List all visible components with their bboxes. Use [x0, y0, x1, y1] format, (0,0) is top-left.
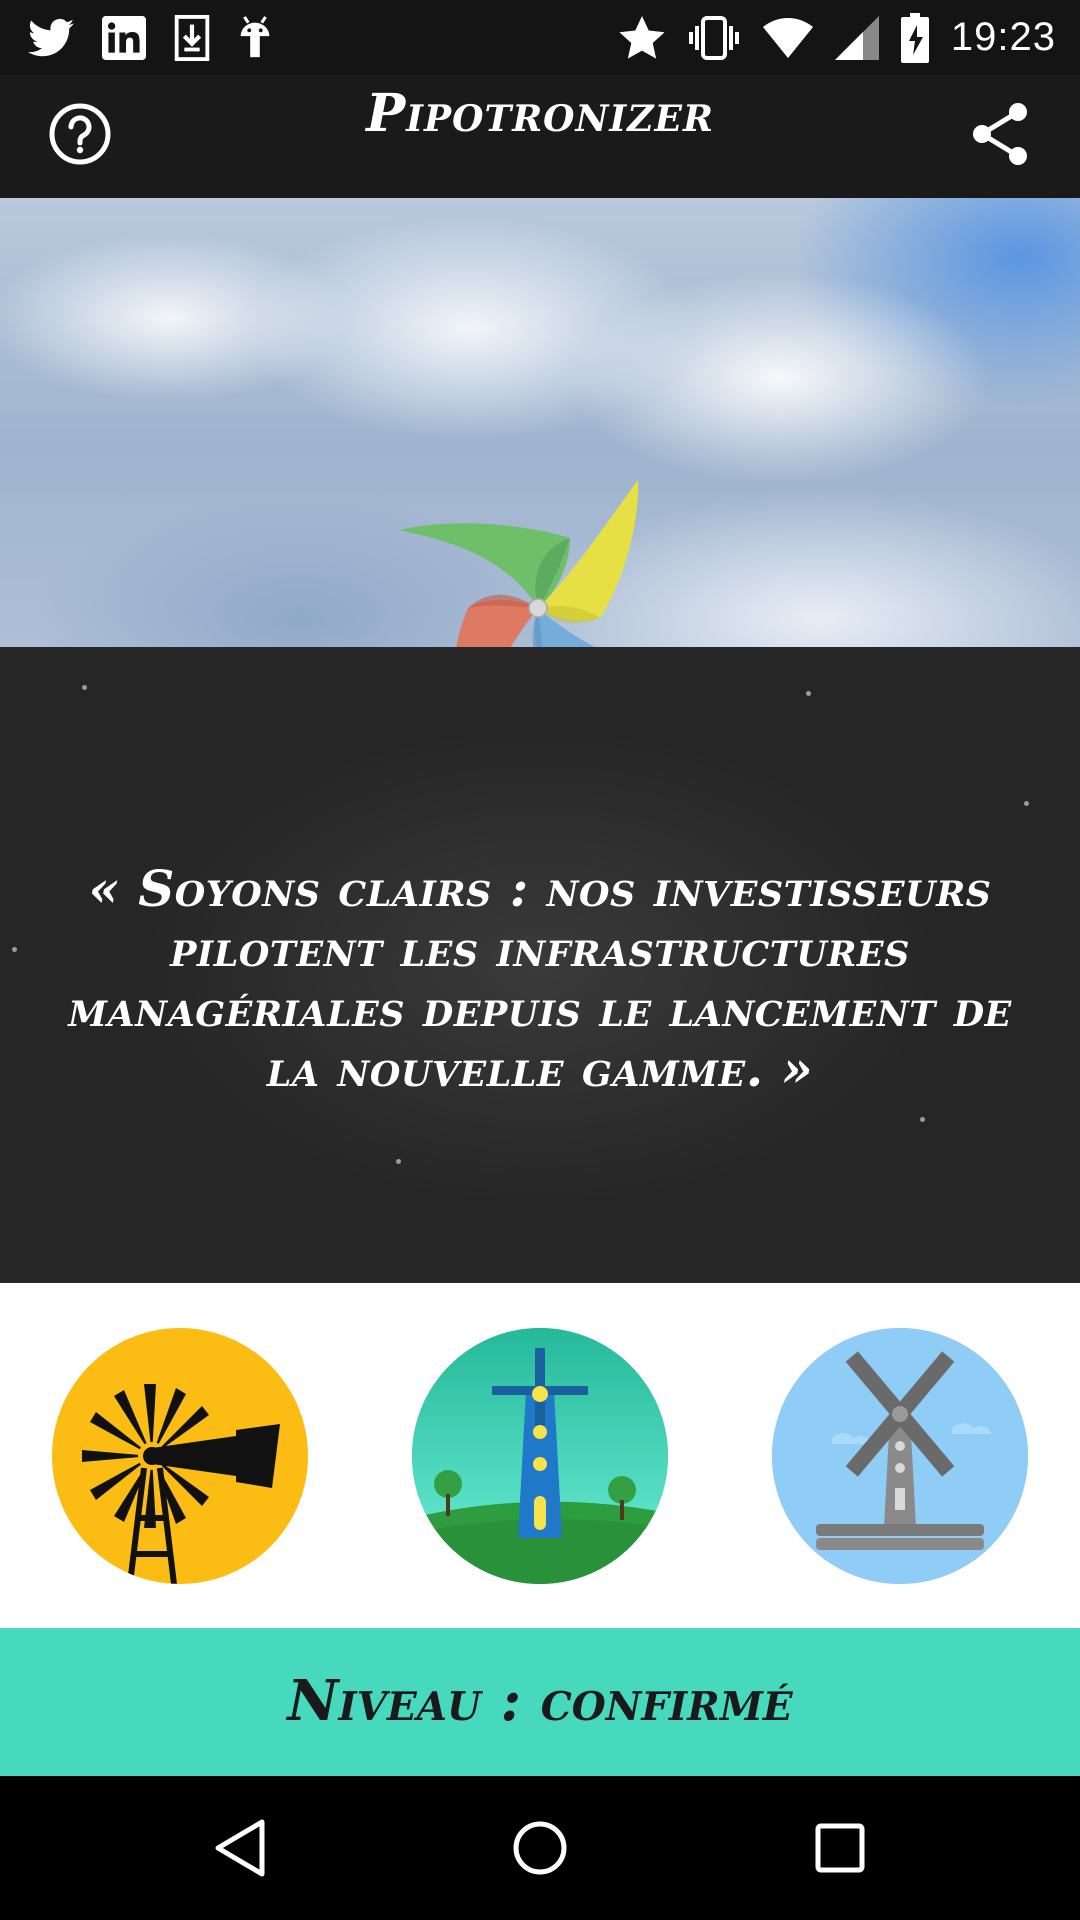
level-1-button[interactable] — [52, 1328, 308, 1584]
signal-icon — [834, 15, 879, 60]
linkedin-icon — [102, 15, 146, 60]
level-label: Niveau : confirmé — [287, 1668, 793, 1734]
chalk-speck — [396, 1159, 401, 1164]
twitter-icon — [28, 18, 74, 56]
share-icon — [973, 103, 1027, 165]
app-bar: Pipotronizer — [0, 75, 1080, 198]
nav-home-button[interactable] — [508, 1816, 572, 1880]
back-icon — [215, 1819, 265, 1877]
download-icon — [174, 14, 210, 61]
windmill-icon — [772, 1328, 1028, 1584]
status-bar: 19:23 — [0, 0, 1080, 75]
chalk-speck — [920, 1117, 925, 1122]
star-icon — [619, 15, 665, 59]
chalk-speck — [12, 947, 17, 952]
android-icon — [240, 15, 270, 57]
battery-charging-icon — [900, 12, 929, 63]
app-title: Pipotronizer — [366, 83, 714, 144]
chalk-speck — [806, 691, 811, 696]
level-banner: Niveau : confirmé — [0, 1628, 1080, 1776]
lighthouse-windmill-icon — [412, 1328, 668, 1584]
app-screen: 19:23 Pipotronizer « Soyons clairs: nos… — [0, 0, 1080, 1920]
nav-back-button[interactable] — [208, 1816, 272, 1880]
chalk-speck — [1024, 801, 1029, 806]
status-clock: 19:23 — [950, 15, 1056, 59]
windpump-icon — [82, 1384, 280, 1584]
hero-sky-image — [0, 198, 1080, 746]
home-icon — [513, 1821, 567, 1875]
chalk-speck — [82, 685, 87, 690]
quote-chalkboard[interactable]: « Soyons clairs : nos investisseurs pilo… — [0, 647, 1080, 1283]
nav-recents-button[interactable] — [808, 1816, 872, 1880]
recents-icon — [815, 1823, 865, 1873]
share-button[interactable] — [962, 96, 1038, 172]
level-2-button[interactable] — [412, 1328, 668, 1584]
vibrate-icon — [688, 15, 739, 60]
level-3-button[interactable] — [772, 1328, 1028, 1584]
generated-quote: « Soyons clairs : nos investisseurs pilo… — [68, 859, 1012, 1098]
level-selector — [0, 1283, 1080, 1628]
wifi-icon — [762, 17, 813, 58]
navigation-bar — [0, 1776, 1080, 1920]
